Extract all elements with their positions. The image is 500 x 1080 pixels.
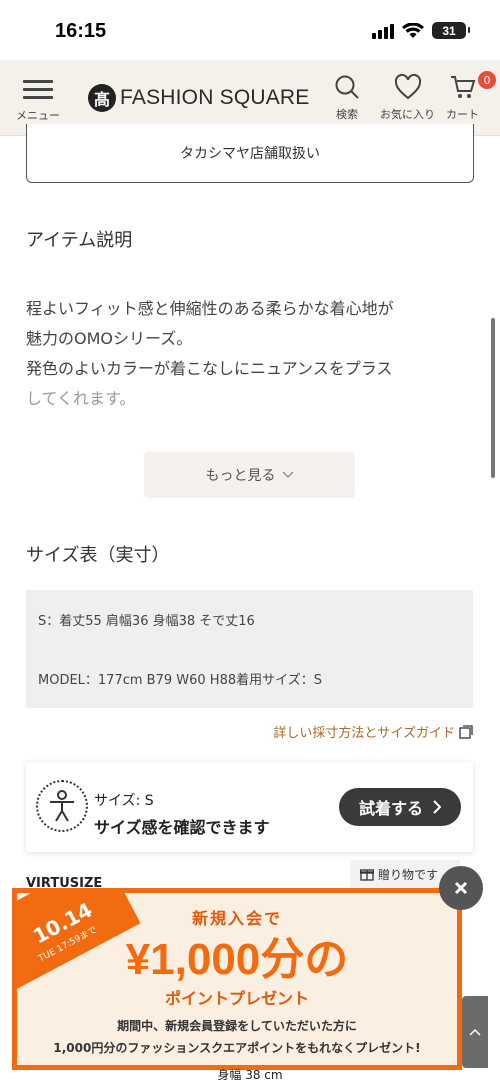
promo-subline: ポイントプレゼント — [164, 989, 309, 1008]
takashimaya-logo-icon: 髙 — [88, 84, 116, 112]
body-fit-icon — [36, 780, 88, 832]
search-label: 検索 — [336, 108, 358, 121]
signal-icon — [372, 23, 394, 39]
promo-note: 1,000円分のファッションスクエアポイントをもれなくプレゼント! — [53, 1041, 421, 1055]
virtusize-size: サイズ: S — [94, 793, 154, 809]
cart-icon — [450, 76, 475, 98]
search-icon — [335, 75, 359, 99]
chevron-right-icon — [433, 800, 441, 814]
status-time: 16:15 — [55, 20, 107, 42]
menu-label: メニュー — [16, 109, 60, 122]
size-table: S：着丈55 肩幅36 身幅38 そで丈16 MODEL：177cm B79 W… — [26, 590, 473, 708]
virtusize-card: サイズ: S サイズ感を確認できます 試着する — [26, 762, 473, 852]
cart-button[interactable]: カート 0 — [446, 71, 496, 122]
description-line: 魅力のOMOシリーズ。 — [26, 329, 193, 348]
item-description-title: アイテム説明 — [26, 230, 133, 251]
description-line: 発色のよいカラーが着こなしにニュアンスをプラス — [26, 359, 393, 378]
show-more-button[interactable]: もっと見る — [144, 452, 355, 498]
chevron-up-icon — [469, 1028, 481, 1036]
status-bar: 16:15 31 — [0, 0, 500, 60]
description-line: してくれます。 — [26, 389, 136, 408]
measurement-diagram-label: 身幅 38 cm — [217, 1068, 283, 1080]
site-logo[interactable]: 髙 FASHION SQUARE — [88, 84, 310, 112]
show-more-label: もっと見る — [205, 468, 276, 484]
battery-icon: 31 — [432, 22, 470, 39]
try-on-button[interactable]: 試着する — [339, 788, 461, 826]
item-description: 程よいフィット感と伸縮性のある柔らかな着心地が 魅力のOMOシリーズ。 発色のよ… — [26, 294, 476, 414]
favorites-button[interactable]: お気に入り — [380, 74, 435, 122]
status-icons: 31 — [372, 22, 470, 39]
scroll-up-button[interactable] — [462, 996, 488, 1068]
cart-count-badge: 0 — [478, 71, 496, 89]
promo-amount: ¥1,000分の — [125, 935, 349, 984]
try-on-label: 試着する — [358, 799, 423, 818]
logo-text: FASHION SQUARE — [120, 86, 310, 109]
cart-label: カート — [446, 108, 479, 121]
close-icon — [454, 881, 468, 895]
promo-note: 期間中、新規会員登録をしていただいた方に — [117, 1019, 357, 1033]
menu-button[interactable]: メニュー — [12, 76, 64, 126]
description-line: 程よいフィット感と伸縮性のある柔らかな着心地が — [26, 299, 394, 318]
hamburger-icon — [23, 80, 53, 99]
close-banner-button[interactable] — [439, 866, 483, 910]
favorites-label: お気に入り — [380, 108, 435, 121]
virtusize-message: サイズ感を確認できます — [94, 818, 270, 837]
heart-icon — [394, 74, 421, 100]
size-row: S：着丈55 肩幅36 身幅38 そで丈16 — [38, 614, 255, 629]
gift-label: 贈り物です — [378, 867, 439, 882]
size-guide-label: 詳しい採寸方法とサイズガイド — [273, 726, 455, 741]
search-button[interactable]: 検索 — [334, 74, 360, 122]
size-table-title: サイズ表（実寸） — [26, 545, 170, 566]
wifi-icon — [402, 22, 424, 38]
scrollbar[interactable] — [491, 318, 495, 478]
model-row: MODEL：177cm B79 W60 H88着用サイズ：S — [38, 673, 322, 688]
size-guide-link[interactable]: 詳しい採寸方法とサイズガイド — [273, 722, 473, 741]
gift-icon — [360, 869, 374, 881]
store-handling-button[interactable]: タカシマヤ店舗取扱い — [26, 124, 474, 183]
external-window-icon — [459, 724, 473, 739]
signup-promo-banner[interactable]: 10.14 TUE 17:59まで 新規入会で ¥1,000分の ポイントプレゼ… — [12, 888, 462, 1070]
chevron-down-icon — [282, 471, 293, 478]
